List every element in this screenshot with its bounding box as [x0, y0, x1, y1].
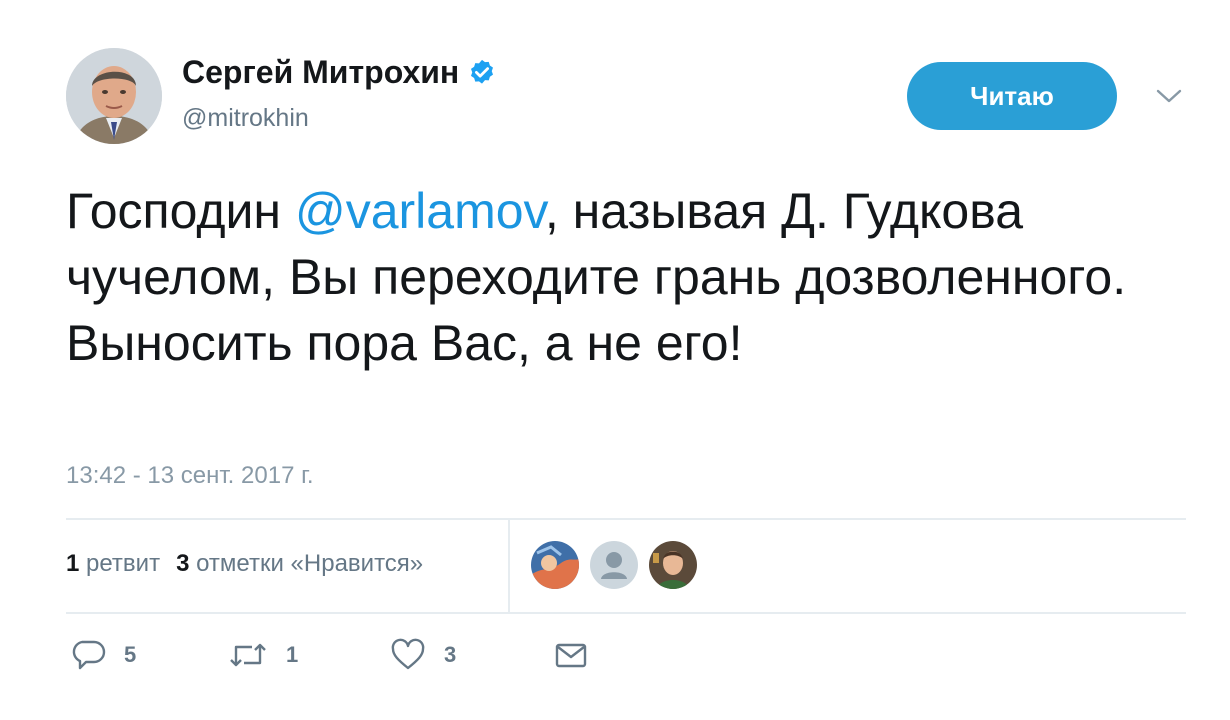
liker-avatar[interactable]: [531, 541, 579, 589]
direct-message-button[interactable]: [554, 638, 588, 672]
tweet-text: Господин @varlamov, называя Д. Гудкова ч…: [66, 178, 1166, 376]
likers-avatars: [531, 541, 697, 589]
liker-avatar[interactable]: [590, 541, 638, 589]
display-name[interactable]: Сергей Митрохин: [182, 54, 497, 91]
like-button[interactable]: 3: [390, 638, 456, 672]
likes-stat-label: отметки «Нравится»: [196, 550, 424, 577]
avatar-image: [66, 48, 162, 144]
retweet-count: 1: [286, 642, 299, 667]
handle[interactable]: @mitrokhin: [182, 104, 309, 133]
liker-avatar-image: [649, 541, 697, 589]
liker-avatar[interactable]: [649, 541, 697, 589]
divider-bottom: [66, 612, 1186, 614]
envelope-icon: [555, 643, 587, 668]
reply-button[interactable]: 5: [72, 638, 136, 672]
heart-icon: [391, 638, 425, 670]
retweet-button[interactable]: 1: [228, 638, 298, 672]
reply-count: 5: [124, 642, 137, 667]
chevron-down-icon[interactable]: [1155, 86, 1183, 106]
divider-vertical: [508, 520, 510, 612]
default-profile-icon: [590, 541, 638, 589]
likes-stat-count: 3: [176, 550, 190, 577]
verified-badge-icon: [471, 59, 494, 84]
tweet-card: Сергей Митрохин @mitrokhin Читаю Господи…: [0, 0, 1230, 720]
tweet-stats: 1 ретвит 3 отметки «Нравится»: [66, 550, 423, 578]
like-count: 3: [444, 642, 457, 667]
following-button[interactable]: Читаю: [907, 62, 1117, 130]
tweet-text-before: Господин: [66, 183, 295, 239]
liker-avatar-image: [531, 541, 579, 589]
likes-stat[interactable]: 3 отметки «Нравится»: [176, 550, 423, 577]
display-name-text: Сергей Митрохин: [182, 54, 460, 90]
reply-icon: [72, 640, 106, 670]
retweet-stat-count: 1: [66, 550, 80, 577]
retweet-stat[interactable]: 1 ретвит: [66, 550, 160, 577]
divider-top: [66, 518, 1186, 520]
retweet-icon: [230, 643, 266, 667]
mention-link[interactable]: @varlamov: [295, 183, 545, 239]
retweet-stat-label: ретвит: [86, 550, 161, 577]
timestamp[interactable]: 13:42 - 13 сент. 2017 г.: [66, 462, 314, 490]
avatar[interactable]: [66, 48, 162, 144]
